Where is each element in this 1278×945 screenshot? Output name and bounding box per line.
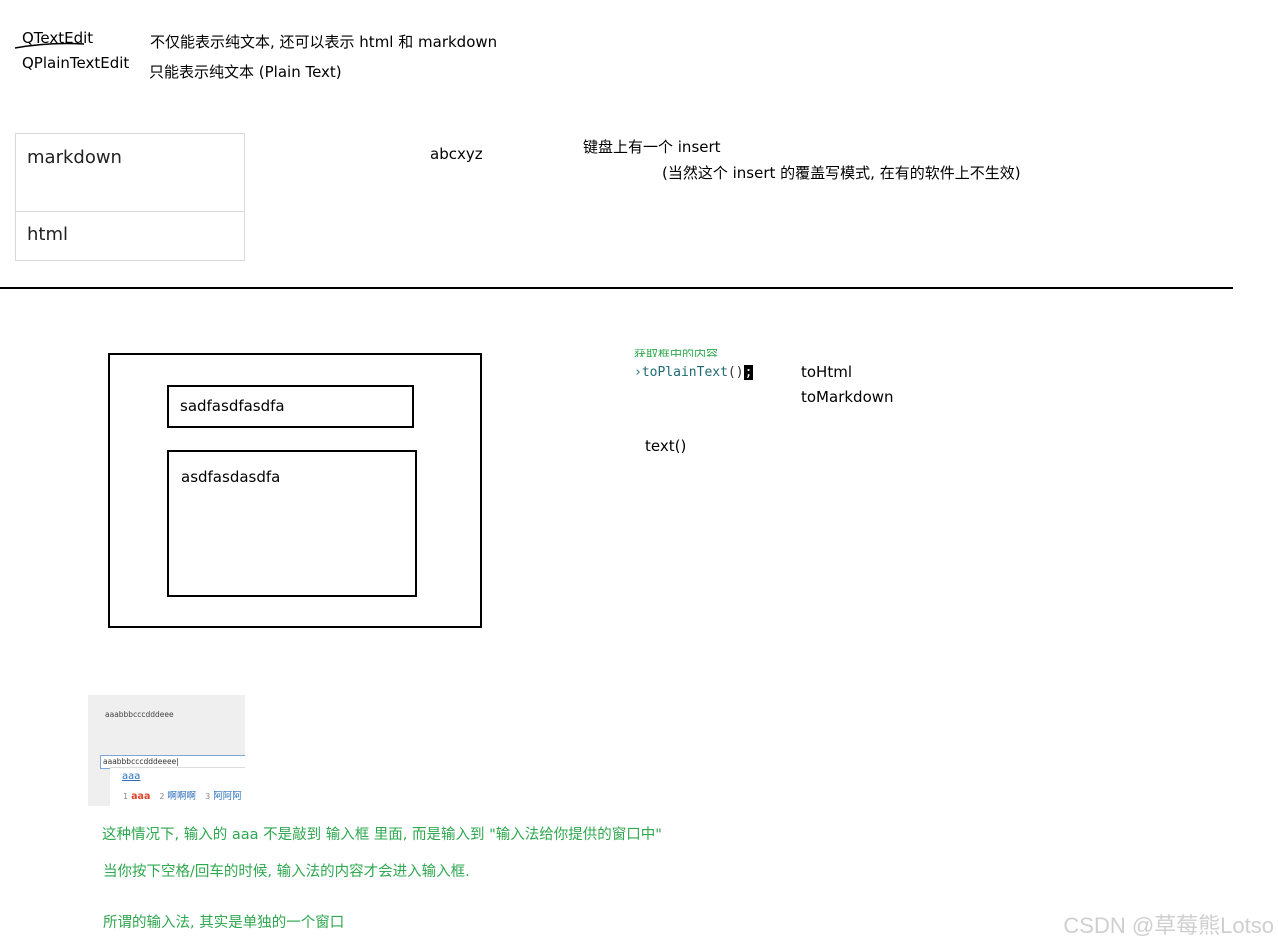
sample-text: abcxyz [430,145,483,163]
candidate-1-num: 1 [123,792,129,801]
note-line-1: 这种情况下, 输入的 aaa 不是敲到 输入框 里面, 而是输入到 "输入法给你… [102,827,662,843]
code-arrow: › [634,365,642,380]
text-cursor: ; [743,365,754,380]
method-to-html: toHtml [801,363,852,381]
code-call: toPlainText [641,365,728,380]
table-cell-markdown: markdown [27,147,122,168]
label-text: aaabbbcccdddeee [105,710,174,719]
code-snippet-crop: 获取框中的内容 [634,349,754,357]
candidate-2[interactable]: 2 啊啊啊 [159,791,196,802]
section-divider [0,287,1233,289]
qtextedit-description: 不仅能表示纯文本, 还可以表示 html 和 markdown [150,33,498,51]
qplaintextedit-description: 只能表示纯文本 (Plain Text) [149,63,342,81]
insert-note-line1: 键盘上有一个 insert [583,138,721,156]
note-line-2: 当你按下空格/回车的时候, 输入法的内容才会进入输入框. [103,864,470,880]
candidate-3-num: 3 [205,792,211,801]
candidate-3-text: 阿阿阿 [213,791,242,802]
insert-note-line2: (当然这个 insert 的覆盖写模式, 在有的软件上不生效) [662,164,1021,182]
code-line: ›toPlainText(); [634,365,754,380]
input-field-value: aaabbbcccdddeeee| [103,757,179,766]
candidate-3[interactable]: 3 阿阿阿 [205,791,242,802]
ime-candidate-window[interactable]: aaa 1 aaa 2 啊啊啊 3 阿阿阿 [110,767,245,806]
note-line-3: 所谓的输入法, 其实是单独的一个窗口 [103,915,345,931]
code-cropped-comment: 获取框中的内容 [634,349,719,357]
text-edit-text: asdfasdasdfa [181,468,281,486]
method-to-markdown: toMarkdown [801,388,894,406]
line-edit-text: sadfasdfasdfa [180,397,285,415]
candidate-1[interactable]: 1 aaa [123,791,150,802]
candidate-2-num: 2 [159,792,165,801]
qtextedit-label: QTextEdit [22,29,94,47]
method-text: text() [645,437,687,455]
candidate-1-text: aaa [131,791,151,802]
table-cell-html: html [27,224,69,245]
watermark: CSDN @草莓熊Lotso [1063,913,1274,938]
qplaintextedit-label: QPlainTextEdit [22,54,130,72]
ime-screenshot: aaabbbcccdddeee aaabbbcccdddeeee| aaa 1 … [88,695,245,806]
candidate-2-text: 啊啊啊 [167,791,197,802]
code-parens: () [727,365,744,380]
candidate-list: 1 aaa 2 啊啊啊 3 阿阿阿 [123,788,242,802]
ime-composition-text: aaa [122,771,141,782]
table-row-markdown [15,133,245,213]
